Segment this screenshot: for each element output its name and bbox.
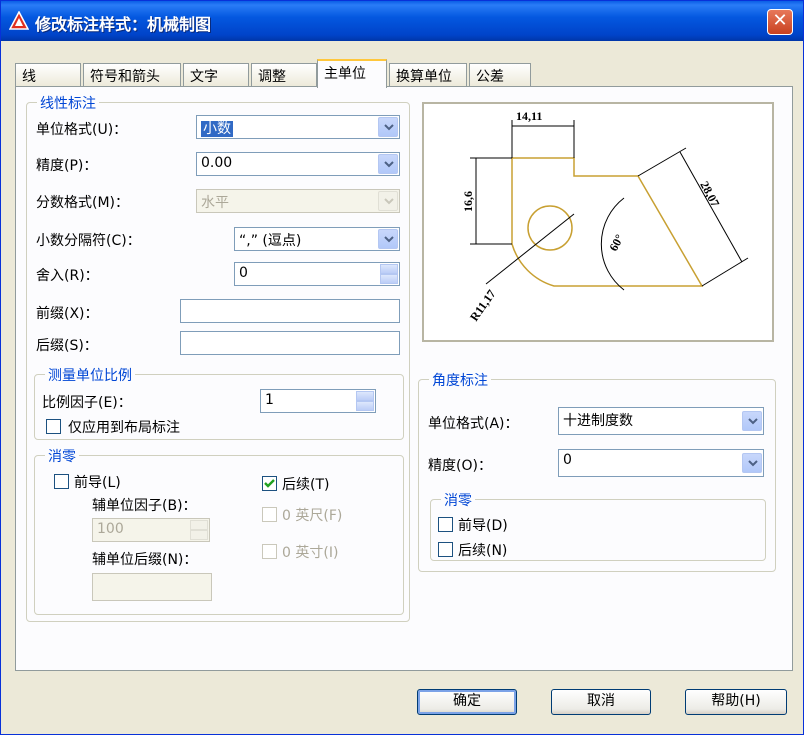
precision-label: 精度(P)：	[36, 158, 98, 174]
scale-factor-spinner[interactable]: 1	[260, 389, 376, 413]
tab-fit[interactable]: 调整	[251, 63, 317, 87]
layout-only-label: 仅应用到布局标注	[68, 420, 180, 436]
fraction-format-select[interactable]: 水平	[196, 189, 400, 213]
trailing-zero-checkbox[interactable]	[262, 476, 277, 491]
preview-drawing: 14,11 16,6 28,07 60° R11,17	[461, 109, 749, 324]
sub-unit-factor-label: 辅单位因子(B)：	[92, 498, 197, 514]
chevron-down-icon	[378, 229, 398, 249]
tab-primary-units[interactable]: 主单位	[317, 59, 387, 88]
chevron-down-icon	[742, 411, 762, 431]
scale-group-title: 测量单位比例	[45, 365, 135, 385]
chevron-down-icon	[378, 154, 398, 174]
angular-zero-title: 消零	[441, 490, 475, 510]
angular-trailing-zero-checkbox[interactable]	[438, 542, 453, 557]
spinner-arrows-icon[interactable]	[380, 264, 398, 284]
angular-precision-label: 精度(O)：	[428, 458, 492, 474]
tab-text[interactable]: 文字	[183, 63, 249, 87]
dim-top-text: 14,11	[516, 109, 542, 123]
unit-format-select[interactable]: 小数	[196, 115, 400, 139]
dimension-preview: 14,11 16,6 28,07 60° R11,17	[422, 102, 774, 342]
ok-button[interactable]: 确定	[417, 689, 517, 715]
leading-zero-label: 前导(L)	[74, 475, 121, 491]
tab-lines[interactable]: 线	[15, 63, 81, 87]
sub-unit-suffix-input[interactable]	[92, 573, 212, 601]
spinner-arrows-icon[interactable]	[190, 520, 208, 540]
layout-only-checkbox[interactable]	[46, 419, 61, 434]
close-button[interactable]: ✕	[767, 9, 793, 35]
dim-left-text: 16,6	[461, 191, 475, 212]
zero-inches-checkbox[interactable]	[262, 544, 277, 559]
dim-angle-text: 60°	[606, 232, 626, 254]
trailing-zero-label: 后续(T)	[282, 477, 330, 493]
angular-unit-format-select[interactable]: 十进制度数	[558, 407, 764, 435]
scale-factor-label: 比例因子(E)：	[42, 395, 132, 411]
tab-panel: 线性标注 单位格式(U)： 小数 精度(P)： 0.00 分数格式(M)： 水平…	[15, 86, 793, 671]
dialog-window: 修改标注样式：机械制图 ✕ 线 符号和箭头 文字 调整 主单位 换算单位 公差 …	[0, 0, 804, 735]
chevron-down-icon	[742, 453, 762, 473]
checkmark-icon	[264, 479, 275, 488]
suffix-input[interactable]	[180, 331, 400, 355]
fraction-format-label: 分数格式(M)：	[36, 195, 130, 211]
angular-group-title: 角度标注	[429, 370, 491, 390]
zero-feet-checkbox[interactable]	[262, 507, 277, 522]
round-off-label: 舍入(R)：	[36, 268, 99, 284]
unit-format-label: 单位格式(U)：	[36, 122, 128, 138]
title-bar[interactable]: 修改标注样式：机械制图 ✕	[1, 1, 803, 41]
zero-group-title: 消零	[45, 446, 79, 466]
precision-select[interactable]: 0.00	[196, 152, 400, 176]
zero-inches-label: 0 英寸(I)	[282, 545, 339, 561]
angular-trailing-zero-label: 后续(N)	[458, 543, 508, 559]
tab-alternate-units[interactable]: 换算单位	[389, 63, 467, 87]
angular-leading-zero-label: 前导(D)	[458, 518, 508, 534]
round-off-spinner[interactable]: 0	[234, 262, 400, 286]
spinner-arrows-icon[interactable]	[356, 391, 374, 411]
sub-unit-factor-spinner[interactable]: 100	[92, 518, 210, 542]
leading-zero-checkbox[interactable]	[54, 474, 69, 489]
help-button[interactable]: 帮助(H)	[685, 689, 787, 715]
cancel-button[interactable]: 取消	[551, 689, 651, 715]
tab-tolerances[interactable]: 公差	[469, 63, 531, 87]
angular-leading-zero-checkbox[interactable]	[438, 517, 453, 532]
dim-radius-text: R11,17	[467, 287, 499, 324]
angular-unit-format-label: 单位格式(A)：	[428, 416, 519, 432]
decimal-separator-select[interactable]: “,” (逗点)	[234, 227, 400, 251]
autocad-logo-icon	[9, 11, 29, 30]
tab-symbols-arrows[interactable]: 符号和箭头	[83, 63, 181, 87]
chevron-down-icon	[378, 191, 398, 211]
zero-feet-label: 0 英尺(F)	[282, 508, 343, 524]
sub-unit-suffix-label: 辅单位后缀(N)：	[92, 552, 198, 568]
chevron-down-icon	[378, 117, 398, 137]
linear-group-title: 线性标注	[37, 93, 99, 113]
window-title: 修改标注样式：机械制图	[35, 15, 212, 34]
decimal-separator-label: 小数分隔符(C)：	[36, 233, 141, 249]
dim-diagonal-text: 28,07	[697, 179, 722, 209]
suffix-label: 后缀(S)：	[36, 338, 98, 354]
prefix-label: 前缀(X)：	[36, 306, 99, 322]
angular-precision-select[interactable]: 0	[558, 449, 764, 477]
prefix-input[interactable]	[180, 299, 400, 323]
